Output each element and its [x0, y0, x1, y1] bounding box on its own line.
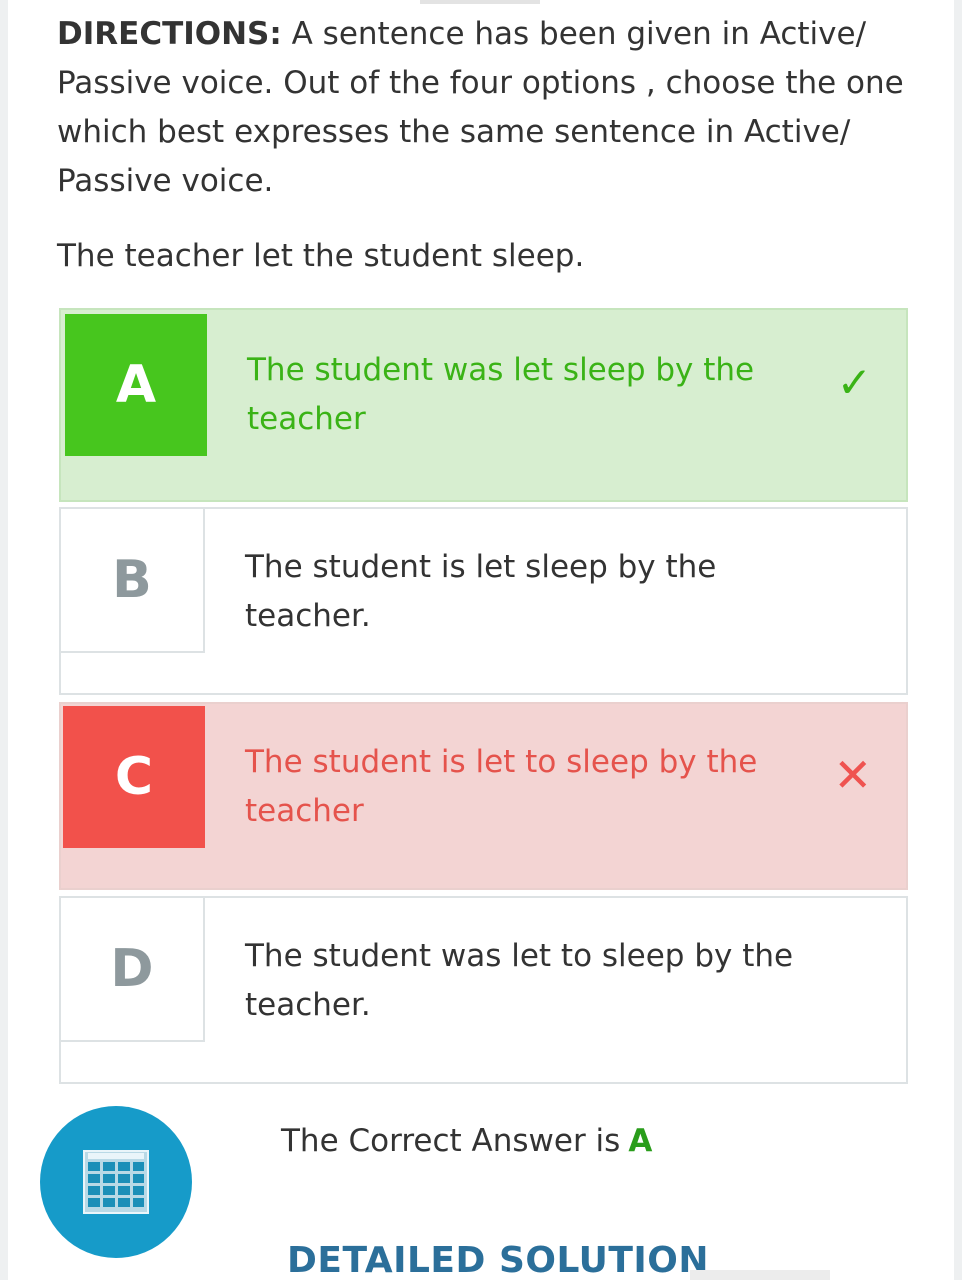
directions-label: DIRECTIONS: [57, 16, 282, 52]
option-letter: A [65, 314, 207, 456]
correct-answer-prefix: The Correct Answer is [281, 1123, 621, 1159]
option-c[interactable]: C The student is let to sleep by the tea… [59, 702, 908, 890]
option-a[interactable]: A The student was let sleep by the teach… [59, 308, 908, 502]
option-text: The student was let to sleep by the teac… [245, 938, 794, 1023]
option-text: The student is let to sleep by the teach… [245, 744, 758, 829]
option-text: The student was let sleep by the teacher [247, 352, 755, 437]
option-letter: D [61, 898, 205, 1042]
question-text: The teacher let the student sleep. [57, 238, 585, 274]
directions-text: DIRECTIONS: A sentence has been given in… [57, 10, 917, 206]
option-letter: B [61, 509, 205, 653]
calculator-icon [83, 1150, 149, 1214]
scroll-hint [690, 1270, 830, 1280]
cross-icon: ✕ [833, 748, 872, 802]
left-edge [0, 0, 8, 1280]
correct-answer-line: The Correct Answer is A [281, 1118, 652, 1164]
right-edge [954, 0, 962, 1280]
option-d[interactable]: D The student was let to sleep by the te… [59, 896, 908, 1084]
detailed-solution-link[interactable]: DETAILED SOLUTION [287, 1240, 709, 1281]
check-icon: ✓ [836, 358, 872, 407]
option-b[interactable]: B The student is let sleep by the teache… [59, 507, 908, 695]
correct-answer-letter: A [628, 1123, 653, 1159]
option-text: The student is let sleep by the teacher. [245, 549, 717, 634]
option-letter: C [63, 706, 205, 848]
top-divider [420, 0, 540, 4]
calculator-button[interactable] [40, 1106, 192, 1258]
